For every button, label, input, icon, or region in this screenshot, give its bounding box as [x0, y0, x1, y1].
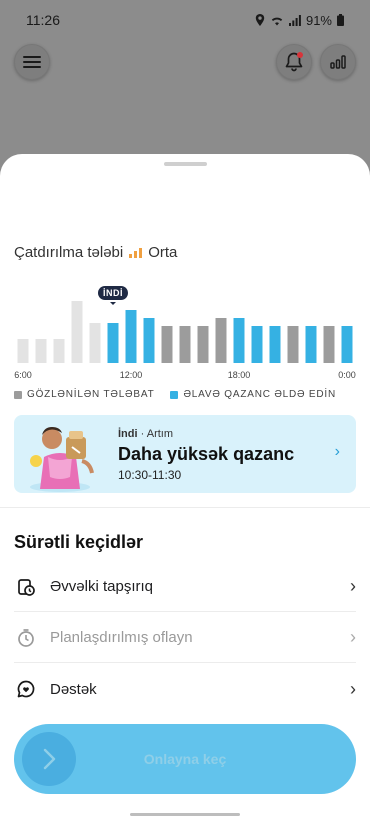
demand-chart: 6:00 12:00 18:00 0:00 İNDİ — [14, 286, 356, 382]
demand-level-icon — [129, 247, 143, 258]
chart-bar — [53, 339, 65, 363]
cell-signal-icon — [288, 14, 301, 26]
now-marker-pointer — [110, 302, 116, 305]
legend-expected-label: GÖZLƏNİLƏN TƏLƏBAT — [27, 389, 155, 400]
quick-link-support[interactable]: Dəstək › — [14, 664, 356, 714]
sheet-drag-handle[interactable] — [164, 162, 207, 166]
chart-bar — [35, 339, 47, 363]
legend-expected: GÖZLƏNİLƏN TƏLƏBAT — [14, 389, 154, 400]
demand-label: Çatdırılma tələbi — [14, 244, 124, 261]
promo-tag: İndi · Artım — [118, 428, 173, 440]
delivery-demand: Çatdırılma tələbi Orta — [14, 244, 177, 261]
bottom-sheet: Çatdırılma tələbi Orta 6:00 12:00 18:00 0:0… — [0, 154, 370, 822]
status-time: 11:26 — [26, 12, 60, 28]
hamburger-icon — [23, 56, 41, 68]
promo-tag-now: İndi — [118, 428, 138, 440]
menu-button[interactable] — [14, 44, 50, 80]
quick-link-label: Əvvəlki tapşırıq — [50, 578, 153, 595]
status-bar: 11:26 91% — [0, 0, 370, 40]
chart-bar — [269, 326, 281, 363]
chart-legend: GÖZLƏNİLƏN TƏLƏBAT ƏLAVƏ QAZANC ƏLDƏ EDİ… — [14, 389, 336, 400]
demand-chart-svg: 6:00 12:00 18:00 0:00 — [14, 301, 356, 380]
quick-link-previous-task[interactable]: Əvvəlki tapşırıq › — [14, 562, 356, 612]
chart-bar — [341, 326, 353, 363]
legend-extra-swatch — [170, 390, 179, 399]
section-divider — [0, 507, 370, 508]
go-online-knob[interactable] — [22, 732, 76, 786]
promo-title: Daha yüksək qazanc — [118, 444, 295, 464]
home-indicator — [130, 813, 240, 816]
chart-bar — [305, 326, 317, 363]
chevron-right-icon: › — [350, 678, 356, 699]
wifi-icon — [271, 17, 283, 25]
chart-bar — [71, 301, 83, 363]
support-chat-icon — [14, 677, 38, 701]
timer-icon — [14, 626, 38, 650]
chart-bar — [125, 310, 137, 363]
chart-bar — [287, 326, 299, 363]
legend-expected-swatch — [14, 390, 22, 399]
chart-bar — [197, 326, 209, 363]
x-tick-label: 18:00 — [228, 370, 251, 380]
chart-bar — [107, 323, 119, 363]
quick-link-scheduled-offline[interactable]: Planlaşdırılmış oflayn › — [14, 613, 356, 663]
quick-links-title: Sürətli keçidlər — [14, 532, 144, 552]
promo-chevron-icon: › — [334, 443, 340, 460]
legend-extra-label: ƏLAVƏ QAZANC ƏLDƏ EDİN — [183, 389, 337, 400]
chevron-right-icon: › — [350, 576, 356, 596]
location-icon — [255, 14, 265, 26]
battery-percent: 91% — [305, 12, 332, 28]
promo-time: 10:30-11:30 — [118, 468, 182, 482]
chart-bar — [215, 318, 227, 363]
legend-extra: ƏLAVƏ QAZANC ƏLDƏ EDİN — [170, 389, 336, 400]
past-task-icon — [14, 575, 38, 599]
chart-bar — [179, 326, 191, 363]
promo-subtag: · Artım — [140, 428, 174, 440]
notifications-button[interactable] — [276, 44, 312, 80]
earnings-promo-card[interactable]: İndi · Artım Daha yüksək qazanc 10:30-11… — [14, 415, 356, 493]
x-tick-label: 0:00 — [338, 370, 356, 380]
chevron-right-icon: › — [350, 627, 356, 647]
chart-bar — [251, 326, 263, 363]
now-marker: İNDİ — [98, 286, 128, 300]
quick-link-label: Planlaşdırılmış oflayn — [50, 629, 193, 646]
chevron-right-icon — [43, 748, 56, 770]
chart-bar — [323, 326, 335, 363]
chart-bar — [143, 318, 155, 363]
battery-icon — [337, 14, 344, 26]
x-tick-label: 6:00 — [14, 370, 32, 380]
signal-bars-icon — [330, 55, 346, 69]
quick-link-label: Dəstək — [50, 680, 97, 698]
demand-value: Orta — [148, 244, 178, 261]
go-online-slider[interactable]: Onlayna keç — [14, 724, 356, 794]
status-icons: 91% — [255, 13, 344, 28]
chart-bar — [233, 318, 245, 363]
chart-bar — [17, 339, 29, 363]
chart-bar — [161, 326, 173, 363]
x-tick-label: 12:00 — [120, 370, 143, 380]
demand-stats-button[interactable] — [320, 44, 356, 80]
promo-courier-illustration — [30, 427, 94, 492]
chart-bar — [89, 323, 101, 363]
notification-dot — [297, 52, 303, 58]
